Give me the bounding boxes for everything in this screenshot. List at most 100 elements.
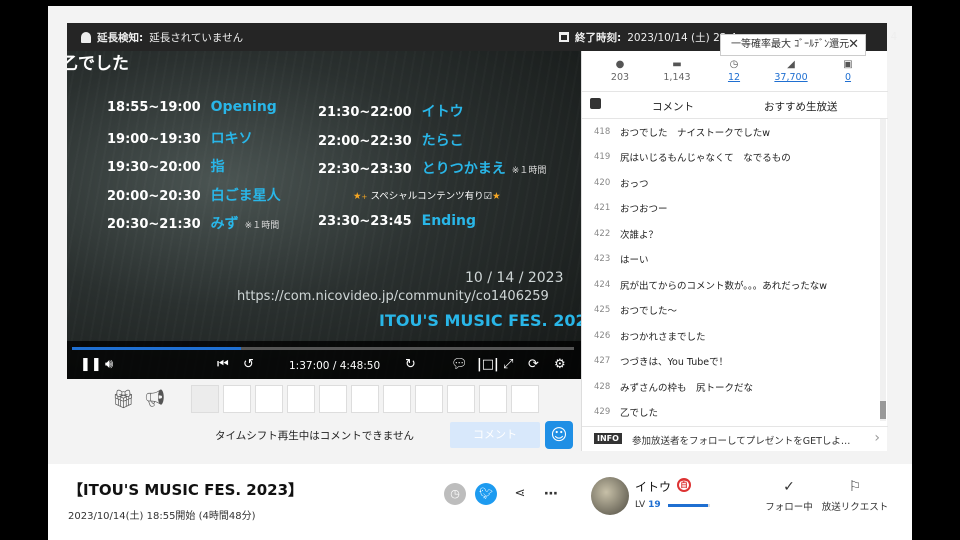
comment-text: おつかれさまでした <box>620 331 706 343</box>
calendar-icon <box>559 32 569 42</box>
program-title: 【ITOU'S MUSIC FES. 2023】 <box>68 481 304 499</box>
timeshift-clock-button[interactable]: ◷ <box>444 483 466 505</box>
schedule-time: 18:55~19:00 <box>107 100 201 115</box>
follow-button[interactable]: ✓ フォロー中 <box>764 479 814 513</box>
item-slot[interactable] <box>415 385 443 413</box>
broadcaster-name[interactable]: イトウ <box>635 478 671 495</box>
comment-row[interactable]: 424 尻が出てからのコメント数が。。。あれだったなw <box>582 272 880 298</box>
item-slot[interactable] <box>511 385 539 413</box>
item-slot[interactable] <box>319 385 347 413</box>
timeshift-stat[interactable]: ◷ 12 <box>706 59 762 83</box>
special-content-note: ★+ スペシャルコンテンツ有り☑★ <box>353 191 501 202</box>
schedule-note: ※１時間 <box>244 221 280 231</box>
comment-submit-button[interactable]: コメント <box>450 422 540 448</box>
tab-comment[interactable]: コメント <box>652 99 694 114</box>
follow-label: フォロー中 <box>765 502 813 513</box>
level-value: 19 <box>648 500 661 510</box>
comment-input-bar: タイムシフト再生中はコメントできません コメント ☺ <box>67 420 581 450</box>
schedule-item: 20:00~20:30 白ごま星人 <box>107 185 281 205</box>
twitter-share-button[interactable]: 🐦︎ <box>475 483 497 505</box>
scrollbar-thumb[interactable] <box>880 401 886 419</box>
comment-text: おつおつー <box>620 204 668 216</box>
quality-icon[interactable]: |□| <box>477 358 499 372</box>
forward-10-icon[interactable]: ↻ <box>405 358 416 372</box>
item-slot[interactable] <box>383 385 411 413</box>
comment-text: おっつ <box>620 178 649 190</box>
rewind-10-icon[interactable]: ↺ <box>243 358 254 372</box>
schedule-performer: Opening <box>210 99 277 115</box>
share-icon[interactable]: ⋖ <box>509 483 531 505</box>
comment-row[interactable]: 426 おつかれさまでした <box>582 323 880 349</box>
tab-recommend[interactable]: おすすめ生放送 <box>764 99 838 114</box>
ad-points-stat[interactable]: ◢ 37,700 <box>763 59 819 83</box>
schedule-item: 23:30~23:45 Ending <box>318 213 476 229</box>
comment-row[interactable]: 418 おつでした ナイストークでしたw <box>582 119 880 145</box>
schedule-performer: ロキソ <box>210 130 253 147</box>
gifts-stat[interactable]: ▣ 0 <box>820 59 876 83</box>
fullscreen-icon[interactable]: ⤢ <box>503 358 513 372</box>
item-slot[interactable] <box>351 385 379 413</box>
comment-ticker: 乙でした <box>67 54 129 74</box>
comment-list[interactable]: 418 おつでした ナイストークでしたw 419 尻はいじるもんじゃなくて なでるもの… <box>582 119 880 421</box>
panel-tabs: コメント おすすめ生放送 <box>582 91 888 119</box>
comment-row[interactable]: 423 はーい <box>582 247 880 273</box>
info-badge: INFO <box>594 433 622 444</box>
playback-time: 1:37:00 / 4:48:50 <box>289 360 381 372</box>
panel-menu-icon[interactable] <box>590 98 601 109</box>
emoji-face-icon[interactable]: ☺ <box>545 421 573 449</box>
stats-row: ● 203 ▬ 1,143 ◷ 12 ◢ 37,700 ▣ 0 <box>582 59 888 89</box>
comment-row[interactable]: 428 みずさんの枠も 尻トークだな <box>582 374 880 400</box>
close-icon[interactable]: ✕ <box>848 35 859 55</box>
avatar[interactable] <box>591 477 629 515</box>
skip-back-icon[interactable]: ⏮︎ <box>217 358 229 372</box>
more-icon[interactable]: ⋯ <box>540 483 562 505</box>
item-slot[interactable] <box>255 385 283 413</box>
comments-count: 1,143 <box>663 72 691 83</box>
item-slot[interactable] <box>223 385 251 413</box>
comment-row[interactable]: 420 おっつ <box>582 170 880 196</box>
schedule-item: 19:00~19:30 ロキソ <box>107 128 253 148</box>
comment-row[interactable]: 419 尻はいじるもんじゃなくて なでるもの <box>582 145 880 171</box>
comment-number: 420 <box>594 177 611 188</box>
promo-tooltip-text: 一等確率最大 ｺﾞｰﾙﾃﾞﾝ還元 <box>731 39 850 50</box>
end-time-tail: 4 <box>890 31 898 43</box>
gifts-count: 0 <box>844 72 852 83</box>
settings-icon[interactable]: ⚙ <box>554 358 566 372</box>
comment-text: おつでした～ <box>620 306 678 318</box>
schedule-item: 22:30~23:30 とりつかまえ ※１時間 <box>318 158 546 178</box>
advertise-icon[interactable]: 📢︎ <box>144 389 166 409</box>
comment-row[interactable]: 429 乙でした <box>582 400 880 422</box>
comment-toggle-icon[interactable]: 💬︎ <box>451 358 468 372</box>
pause-icon[interactable]: ❚❚ <box>80 358 102 372</box>
person-icon: ● <box>615 59 625 70</box>
comment-scrollbar[interactable] <box>880 119 886 421</box>
item-slot[interactable] <box>479 385 507 413</box>
broadcast-request-button[interactable]: ⚐ 放送リクエスト <box>820 479 890 513</box>
video-community-url: https://com.nicovideo.jp/community/co140… <box>237 289 549 304</box>
comment-row[interactable]: 427 つづきは、You Tubeで！ <box>582 349 880 375</box>
broadcaster-badge: 百 <box>677 478 691 492</box>
request-label: 放送リクエスト <box>821 502 889 513</box>
seek-bar[interactable] <box>72 347 574 350</box>
comment-text: 次誰よ？ <box>620 229 659 241</box>
info-banner[interactable]: INFO 参加放送者をフォローしてプレゼントをGETしよ… › <box>582 426 888 451</box>
comment-text: みずさんの枠も 尻トークだな <box>620 382 754 394</box>
request-icon: ⚐ <box>848 479 862 495</box>
item-slot[interactable] <box>287 385 315 413</box>
item-slot[interactable] <box>447 385 475 413</box>
video-player[interactable]: 乙でした 18:55~19:00 Opening 19:00~19:30 ロキソ 19:… <box>67 51 581 379</box>
item-slot[interactable] <box>191 385 219 413</box>
comment-disabled-message: タイムシフト再生中はコメントできません <box>215 430 414 442</box>
volume-icon[interactable]: 🔊︎ <box>105 358 113 372</box>
promo-tooltip: 一等確率最大 ｺﾞｰﾙﾃﾞﾝ還元 ✕ <box>720 34 866 56</box>
schedule-time: 21:30~22:00 <box>318 105 412 120</box>
reload-icon[interactable]: ⟳ <box>528 358 539 372</box>
schedule-time: 20:30~21:30 <box>107 217 201 232</box>
level-label: LV <box>635 500 646 510</box>
page: 延長検知: 延長されていません 終了時刻: 2023/10/14 (土) 23:… <box>48 6 912 540</box>
comment-row[interactable]: 425 おつでした～ <box>582 298 880 324</box>
comment-row[interactable]: 421 おつおつー <box>582 196 880 222</box>
comment-row[interactable]: 422 次誰よ？ <box>582 221 880 247</box>
extension-label: 延長検知: <box>97 31 144 44</box>
gift-icon[interactable]: 🎁︎ <box>112 389 135 410</box>
